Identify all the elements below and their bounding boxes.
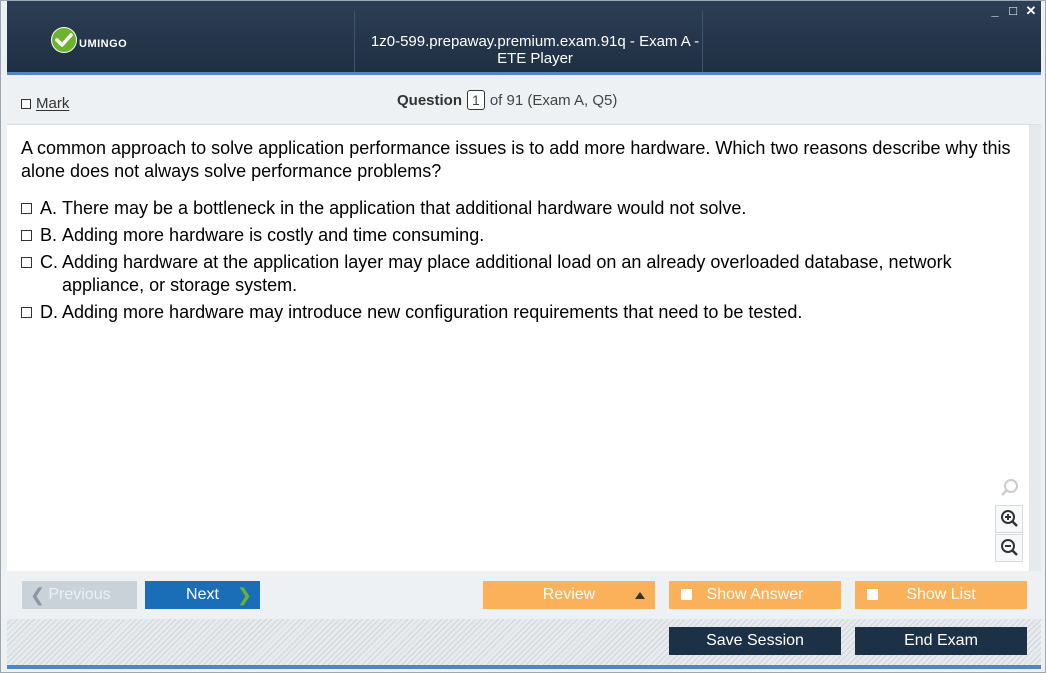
navigation-bar: ❮ Previous Next ❯ Review Show Answer Sho… — [7, 571, 1041, 619]
mark-checkbox[interactable]: Mark — [21, 95, 69, 112]
answer-option-a[interactable]: A. There may be a bottleneck in the appl… — [21, 197, 1011, 220]
chevron-right-icon: ❯ — [236, 584, 252, 605]
title-bar: UMINGO 1z0-599.prepaway.premium.exam.91q… — [7, 1, 1041, 75]
search-icon[interactable] — [997, 475, 1023, 501]
answer-letter: A. — [40, 198, 58, 218]
show-answer-button[interactable]: Show Answer — [669, 581, 841, 609]
save-session-label: Save Session — [706, 632, 804, 649]
window-title: 1z0-599.prepaway.premium.exam.91q - Exam… — [370, 33, 700, 67]
logo-text: UMINGO — [79, 38, 128, 50]
answer-text: Adding hardware at the application layer… — [62, 252, 952, 295]
answer-checkbox[interactable] — [21, 203, 32, 214]
end-exam-label: End Exam — [904, 632, 978, 649]
answer-letter: B. — [40, 225, 58, 245]
answer-checkbox[interactable] — [21, 230, 32, 241]
answer-option-c[interactable]: C. Adding hardware at the application la… — [21, 251, 1011, 297]
minimize-icon[interactable]: _ — [989, 4, 1001, 17]
app-window: UMINGO 1z0-599.prepaway.premium.exam.91q… — [0, 0, 1046, 673]
show-list-label: Show List — [906, 586, 976, 603]
maximize-icon[interactable]: □ — [1007, 4, 1019, 17]
zoom-in-icon[interactable] — [995, 505, 1023, 533]
check-logo-icon — [51, 27, 77, 53]
answer-list: A. There may be a bottleneck in the appl… — [21, 197, 1011, 328]
show-answer-label: Show Answer — [706, 586, 804, 603]
previous-button[interactable]: ❮ Previous — [22, 581, 137, 609]
next-button[interactable]: Next ❯ — [145, 581, 260, 609]
question-label: Question — [397, 91, 463, 109]
show-list-button[interactable]: Show List — [855, 581, 1027, 609]
answer-letter: C. — [40, 252, 58, 272]
mark-label: Mark — [36, 95, 70, 112]
answer-checkbox[interactable] — [21, 307, 32, 318]
bottom-accent-strip — [7, 665, 1041, 669]
close-icon[interactable]: ✕ — [1025, 4, 1037, 17]
answer-option-b[interactable]: B. Adding more hardware is costly and ti… — [21, 224, 1011, 247]
checkbox-icon — [867, 589, 878, 600]
review-button[interactable]: Review — [483, 581, 655, 609]
title-separator — [354, 11, 355, 73]
app-logo: UMINGO — [51, 25, 127, 55]
checkbox-icon — [21, 98, 31, 109]
question-counter: Question 1 of 91 (Exam A, Q5) — [397, 90, 617, 110]
vertical-scrollbar[interactable] — [1029, 125, 1041, 571]
save-session-button[interactable]: Save Session — [669, 627, 841, 655]
triangle-up-icon — [635, 592, 645, 599]
previous-label: Previous — [48, 586, 111, 603]
title-accent-strip — [7, 72, 1041, 75]
chevron-left-icon: ❮ — [30, 584, 46, 605]
end-exam-button[interactable]: End Exam — [855, 627, 1027, 655]
window-controls: _ □ ✕ — [989, 4, 1037, 17]
footer-bar: Save Session End Exam — [7, 619, 1041, 665]
answer-option-d[interactable]: D. Adding more hardware may introduce ne… — [21, 301, 1011, 324]
next-label: Next — [186, 586, 219, 603]
question-text: A common approach to solve application p… — [21, 138, 1011, 181]
answer-checkbox[interactable] — [21, 257, 32, 268]
answer-text: Adding more hardware may introduce new c… — [62, 302, 803, 322]
answer-text: Adding more hardware is costly and time … — [62, 225, 485, 245]
answer-letter: D. — [40, 302, 58, 322]
question-of-label: of 91 (Exam A, Q5) — [489, 91, 618, 109]
answer-text: There may be a bottleneck in the applica… — [62, 198, 747, 218]
question-header: Mark Question 1 of 91 (Exam A, Q5) — [7, 78, 1041, 125]
question-number-input[interactable]: 1 — [467, 90, 485, 110]
checkbox-icon — [681, 589, 692, 600]
zoom-out-icon[interactable] — [995, 534, 1023, 562]
review-label: Review — [542, 586, 596, 603]
question-content: A common approach to solve application p… — [7, 125, 1029, 571]
